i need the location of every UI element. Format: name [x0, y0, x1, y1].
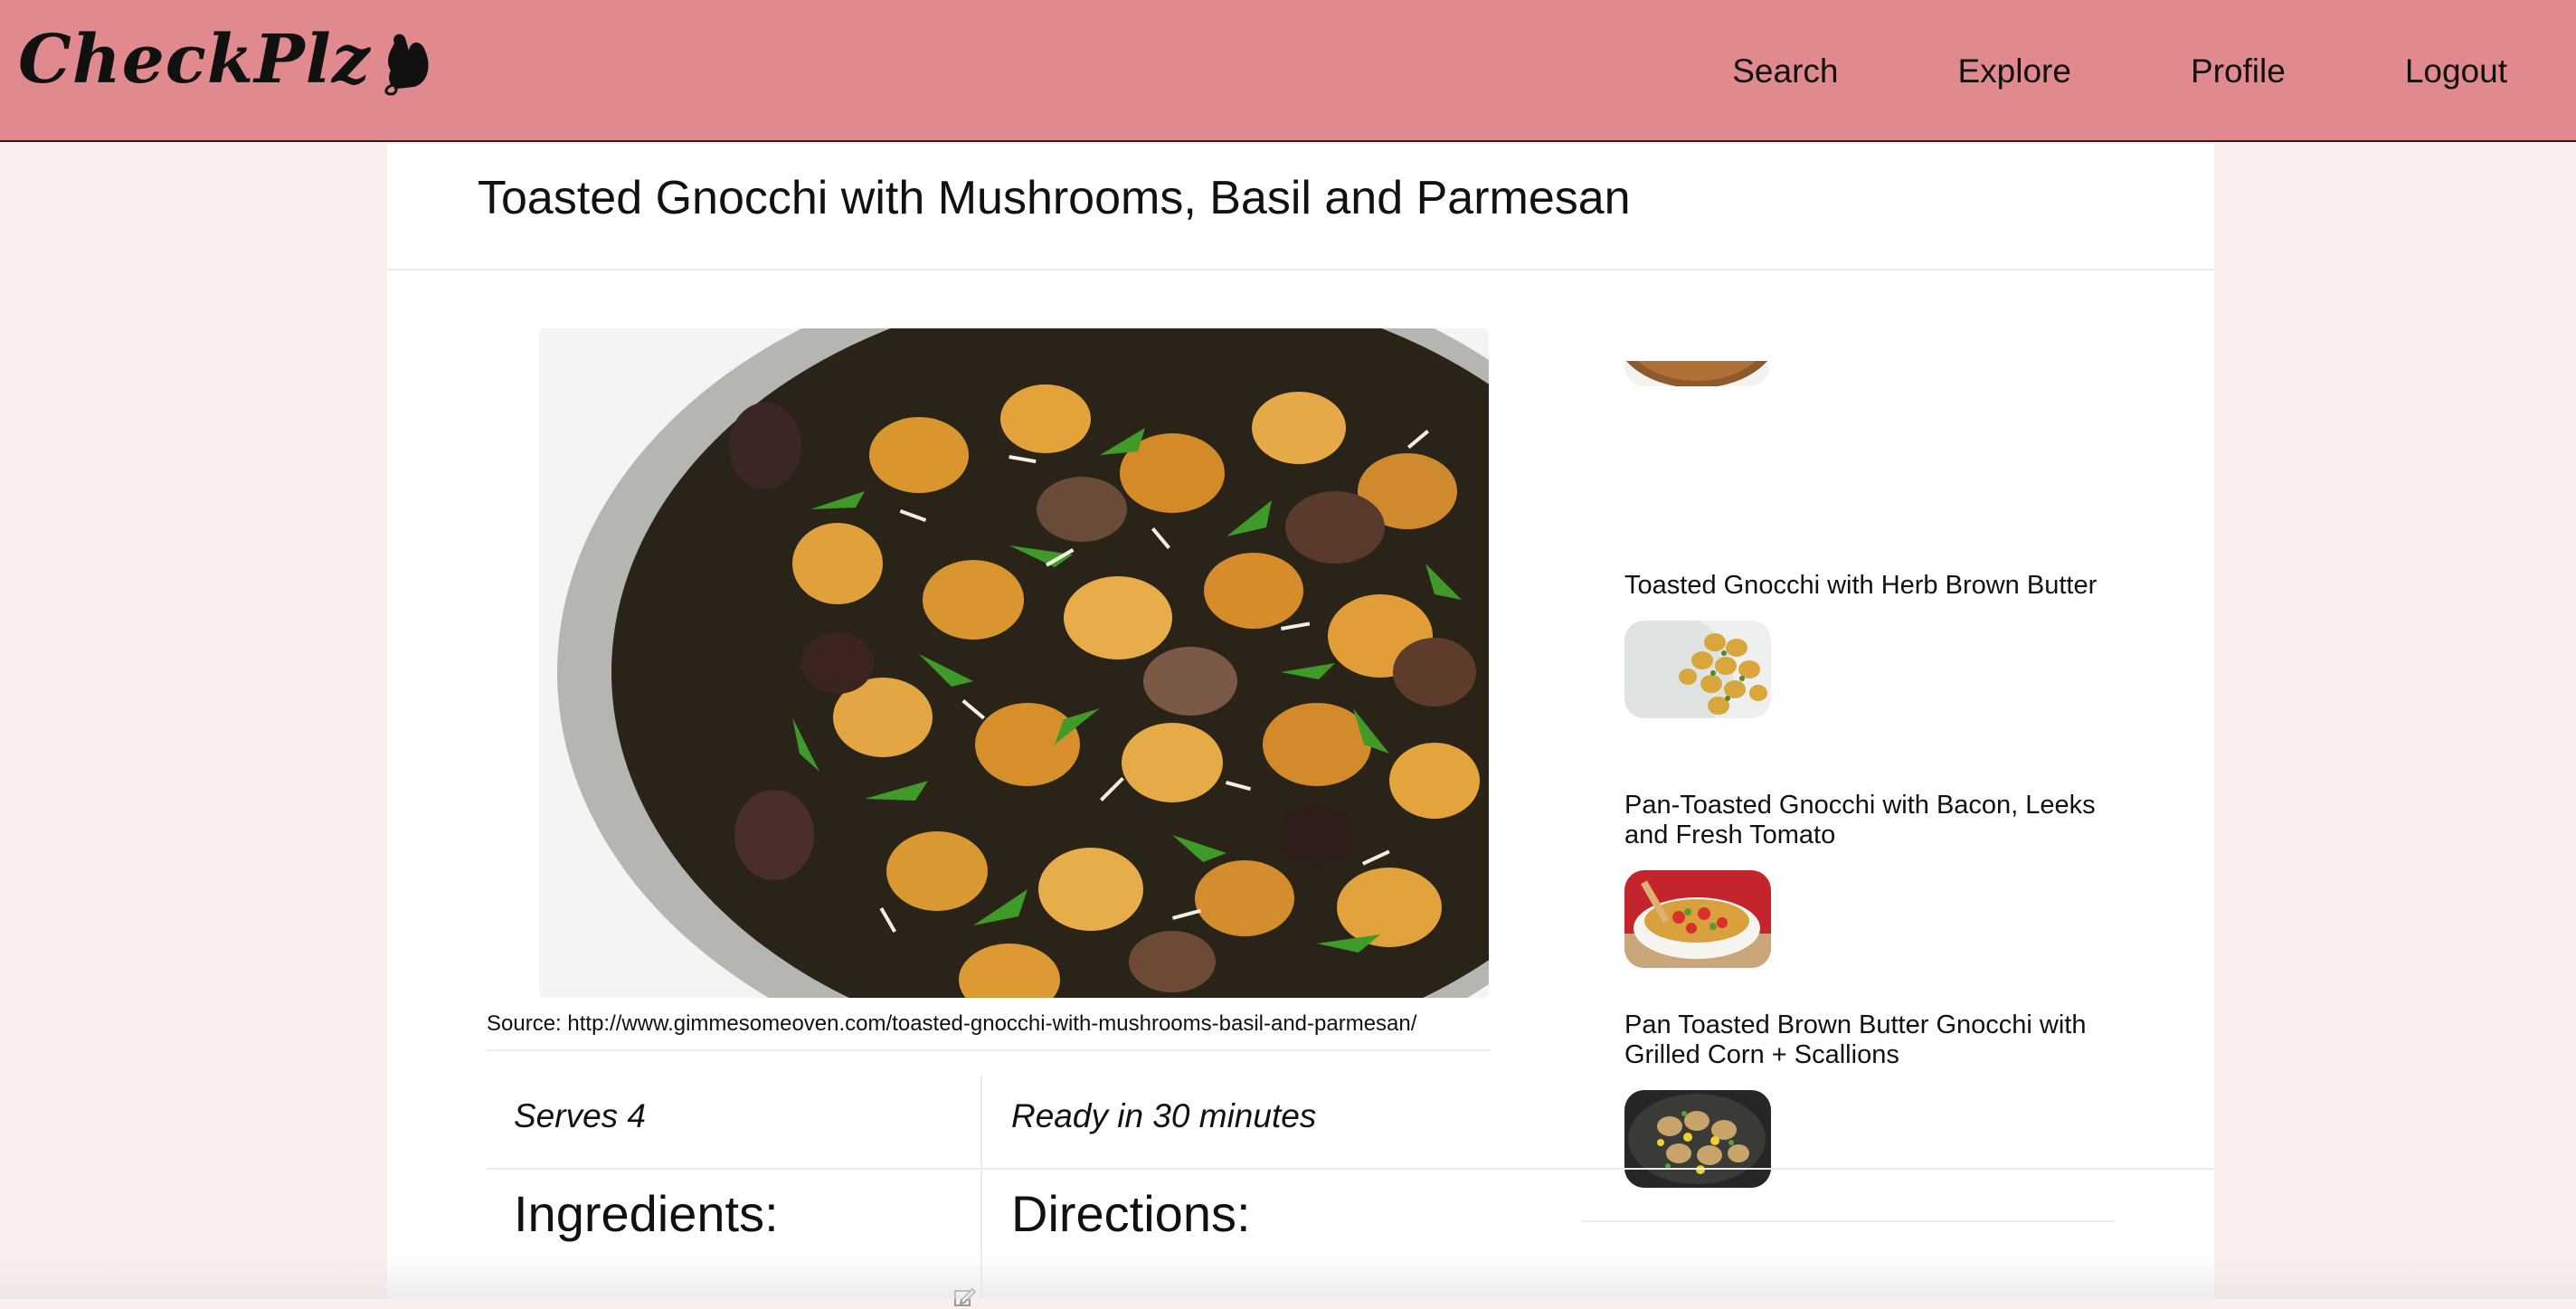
nav-link-logout[interactable]: Logout — [2405, 52, 2507, 90]
similar-recipe-item[interactable]: Pan Toasted Brown Butter Gnocchi with Gr… — [1624, 1010, 2113, 1188]
nav-link-search[interactable]: Search — [1732, 52, 1838, 90]
recipe-thumbnail[interactable] — [1624, 1090, 1771, 1188]
recipe-source[interactable]: Source: http://www.gimmesomeoven.com/toa… — [487, 1010, 1491, 1051]
page-title: Toasted Gnocchi with Mushrooms, Basil an… — [478, 172, 1631, 224]
serves-info: Serves 4 — [514, 1097, 647, 1134]
similar-recipes-list: Toasted Gnocchi with Herb Brown Butter P… — [1581, 361, 2115, 1222]
edit-icon[interactable] — [952, 1285, 976, 1309]
grid-divider — [487, 1168, 2214, 1170]
nav-link-explore[interactable]: Explore — [1957, 52, 2070, 90]
similar-recipe-title[interactable]: Pan-Toasted Gnocchi with Bacon, Leeks an… — [1624, 791, 2113, 850]
similar-recipe-item[interactable]: Pan-Toasted Gnocchi with Bacon, Leeks an… — [1624, 791, 2113, 968]
navbar: CheckPlz Search Explore Profile Logout — [0, 0, 2576, 142]
recipe-thumbnail[interactable] — [1624, 621, 1771, 718]
nav-link-profile[interactable]: Profile — [2191, 52, 2286, 90]
directions-heading: Directions: — [1011, 1185, 1251, 1242]
title-bar: Toasted Gnocchi with Mushrooms, Basil an… — [387, 144, 2214, 270]
ingredients-heading: Ingredients: — [514, 1185, 779, 1242]
brand-name: CheckPlz — [18, 21, 371, 99]
recipe-card: Toasted Gnocchi with Mushrooms, Basil an… — [387, 144, 2214, 1306]
recipe-thumbnail[interactable] — [1624, 361, 1769, 386]
similar-recipe-item[interactable]: Toasted Gnocchi with Herb Brown Butter — [1624, 571, 2113, 718]
grid-divider — [980, 1076, 982, 1299]
recipe-photo — [539, 328, 1489, 998]
similar-recipe-title[interactable]: Toasted Gnocchi with Herb Brown Butter — [1624, 571, 2113, 601]
nav-links: Search Explore Profile Logout — [1613, 0, 2576, 142]
recipe-thumbnail[interactable] — [1624, 870, 1771, 968]
similar-recipe-title[interactable]: Pan Toasted Brown Butter Gnocchi with Gr… — [1624, 1010, 2113, 1070]
ready-time-info: Ready in 30 minutes — [1011, 1097, 1317, 1134]
brand-logo[interactable]: CheckPlz — [18, 24, 436, 96]
oven-mitt-icon — [384, 33, 429, 96]
